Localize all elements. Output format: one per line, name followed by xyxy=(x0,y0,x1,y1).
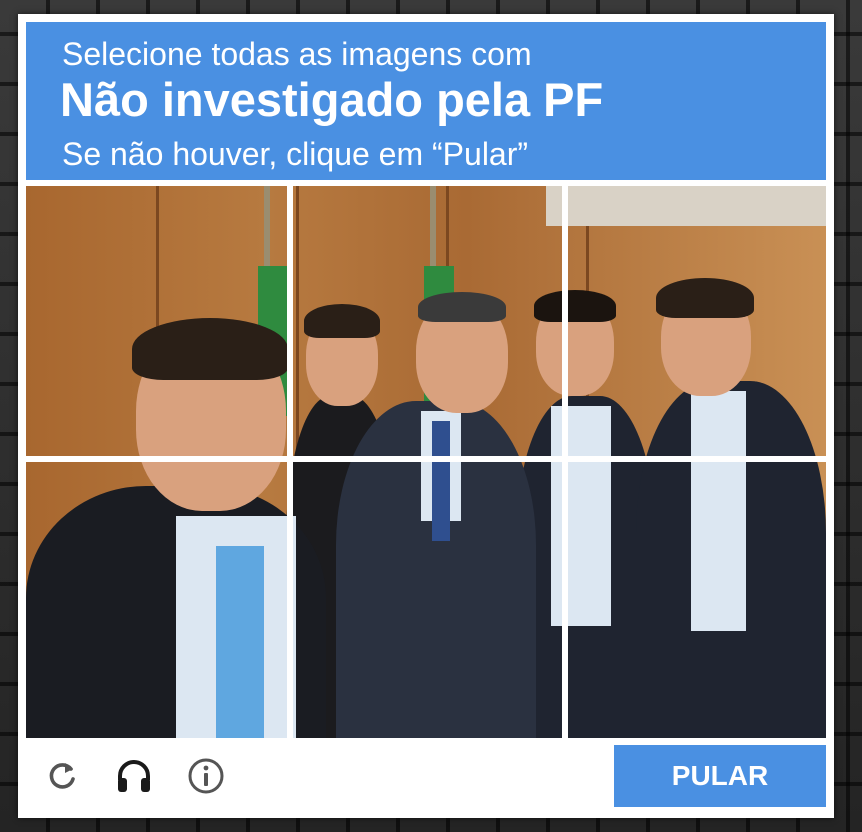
grid-divider xyxy=(562,186,568,738)
grid-cell-3[interactable] xyxy=(568,186,826,456)
grid-divider xyxy=(287,186,293,738)
grid-cell-6[interactable] xyxy=(568,462,826,738)
instruction-text: Selecione todas as imagens com xyxy=(62,36,532,72)
info-icon[interactable] xyxy=(186,756,226,796)
hint-text: Se não houver, clique em “Pular” xyxy=(62,136,529,172)
captcha-widget: Selecione todas as imagens com Não inves… xyxy=(18,14,834,818)
grid-cell-5[interactable] xyxy=(293,462,562,738)
grid-cells xyxy=(26,186,826,738)
grid-cell-2[interactable] xyxy=(293,186,562,456)
headphones-icon[interactable] xyxy=(114,756,154,796)
target-text: Não investigado pela PF xyxy=(60,73,604,126)
grid-divider xyxy=(26,456,826,462)
skip-button[interactable]: PULAR xyxy=(614,745,826,807)
captcha-header: Selecione todas as imagens com Não inves… xyxy=(26,22,826,180)
reload-icon[interactable] xyxy=(42,756,82,796)
image-grid xyxy=(26,186,826,738)
grid-cell-4[interactable] xyxy=(26,462,287,738)
captcha-footer: PULAR xyxy=(26,742,826,812)
grid-cell-1[interactable] xyxy=(26,186,287,456)
